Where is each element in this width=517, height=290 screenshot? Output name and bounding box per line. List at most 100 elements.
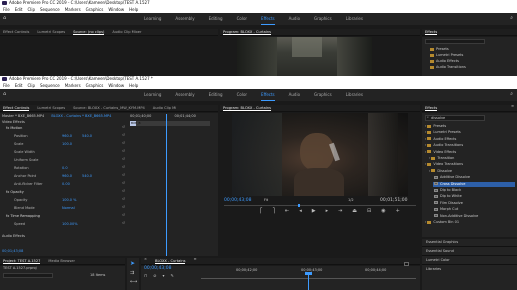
reset-icon[interactable]: ↺: [122, 205, 125, 210]
effect-item[interactable]: › Custom Bin 01: [425, 220, 515, 225]
tab-media-browser[interactable]: Media Browser: [48, 258, 75, 264]
effect-item[interactable]: Presets: [430, 47, 449, 52]
audio-meter-solo[interactable]: [404, 262, 409, 266]
reset-icon[interactable]: ↺: [122, 173, 125, 178]
disclosure-triangle-icon[interactable]: ›: [425, 150, 426, 155]
step-forward-icon[interactable]: ▸: [326, 209, 329, 214]
tab-lumetri-scopes[interactable]: Lumetri Scopes: [37, 105, 65, 111]
reset-icon[interactable]: ↺: [122, 181, 125, 186]
panel-lumetri-color[interactable]: Lumetri Color: [426, 258, 450, 263]
tab-audio-clip-mixer[interactable]: Audio Clip Mixer: [112, 29, 141, 35]
tab-source[interactable]: Source: BLOXX - Curtains_MW_KYM.MP4: [73, 105, 145, 111]
ec-property-value[interactable]: 100.0: [62, 142, 72, 147]
add-button-icon[interactable]: +: [396, 209, 400, 214]
panel-menu-icon[interactable]: ≡: [511, 104, 514, 111]
effect-item[interactable]: › Presets: [425, 124, 515, 129]
ws-libraries[interactable]: Libraries: [346, 13, 363, 25]
play-icon[interactable]: ▶: [312, 209, 316, 214]
tab-audio-clip-mixer[interactable]: Audio Clip Mi: [153, 105, 176, 111]
ec-property-value-2[interactable]: 540.0: [82, 134, 92, 139]
reset-icon[interactable]: ↺: [122, 197, 125, 202]
snap-icon[interactable]: ⊓: [144, 274, 147, 278]
home-icon[interactable]: ⌂: [3, 16, 6, 21]
selection-tool-icon[interactable]: ➤: [130, 261, 135, 267]
ec-timecode[interactable]: 00;01;43;08: [2, 249, 23, 254]
ec-property-value-2[interactable]: 540.0: [82, 174, 92, 179]
disclosure-triangle-icon[interactable]: ›: [429, 169, 430, 174]
reset-icon[interactable]: ↺: [122, 165, 125, 170]
timeline-playhead[interactable]: [308, 273, 309, 290]
effects-search-field[interactable]: ⌕ dissolve: [425, 115, 485, 121]
effect-item[interactable]: Dip to White: [433, 194, 515, 199]
step-back-icon[interactable]: ◂: [299, 209, 302, 214]
disclosure-triangle-icon[interactable]: ›: [429, 156, 430, 161]
program-scrub-head[interactable]: [298, 204, 300, 207]
effect-item[interactable]: Dip to Black: [433, 188, 515, 193]
search-icon[interactable]: ⌕: [510, 92, 513, 97]
extract-icon[interactable]: ⊟: [367, 209, 371, 214]
go-to-out-icon[interactable]: ⇥: [338, 209, 342, 214]
ec-master[interactable]: Master * BXE_B665.MP4: [2, 114, 44, 118]
linked-selection-icon[interactable]: ⊘: [153, 274, 156, 278]
menu-graphics[interactable]: Graphics: [86, 82, 104, 89]
menu-window[interactable]: Window: [108, 82, 124, 89]
disclosure-triangle-icon[interactable]: ›: [425, 144, 426, 148]
ws-effects[interactable]: Effects: [261, 13, 275, 25]
program-fit-select[interactable]: Fit: [264, 198, 268, 203]
effect-item[interactable]: › Video Transitions: [425, 162, 515, 167]
reset-icon[interactable]: ↺: [122, 189, 125, 194]
ws-assembly[interactable]: Assembly: [175, 89, 194, 101]
export-frame-icon[interactable]: ◉: [381, 209, 385, 214]
ws-audio[interactable]: Audio: [289, 13, 300, 25]
effect-item[interactable]: Cross Dissolve: [433, 181, 515, 187]
ec-playhead[interactable]: [166, 114, 167, 256]
wrench-icon[interactable]: ✎: [171, 274, 174, 278]
panel-menu-icon[interactable]: ≡: [193, 257, 196, 264]
effect-item[interactable]: Lumetri Presets: [430, 53, 463, 58]
tab-program[interactable]: Program: BLOXX - Curtains: [223, 29, 271, 35]
effect-item[interactable]: › Audio Effects: [425, 137, 515, 142]
reset-icon[interactable]: ↺: [122, 221, 125, 226]
reset-icon[interactable]: ↺: [122, 213, 125, 218]
ec-property-value[interactable]: 960.0: [62, 134, 72, 139]
disclosure-triangle-icon[interactable]: ›: [425, 131, 426, 135]
effect-item[interactable]: Morph Cut: [433, 207, 515, 212]
ws-graphics[interactable]: Graphics: [314, 89, 332, 101]
panel-essential-sound[interactable]: Essential Sound: [426, 249, 454, 254]
tab-project[interactable]: Project: TEST A.1527: [3, 258, 41, 264]
ec-property-value[interactable]: 0.0: [62, 166, 68, 171]
ws-libraries[interactable]: Libraries: [346, 89, 363, 101]
ws-assembly[interactable]: Assembly: [175, 13, 194, 25]
menu-markers[interactable]: Markers: [65, 82, 81, 89]
effect-item[interactable]: Film Dissolve: [433, 201, 515, 206]
go-to-in-icon[interactable]: ⇤: [285, 209, 289, 214]
menu-clip[interactable]: Clip: [27, 6, 35, 13]
effect-item[interactable]: › Dissolve: [429, 169, 515, 174]
program-resolution-select[interactable]: 1/2: [348, 198, 354, 203]
program-scrub-bar[interactable]: [224, 204, 416, 207]
reset-icon[interactable]: ↺: [122, 157, 125, 162]
menu-window[interactable]: Window: [108, 6, 124, 13]
disclosure-triangle-icon[interactable]: ›: [425, 137, 426, 142]
reset-icon[interactable]: ↺: [122, 141, 125, 146]
ws-audio[interactable]: Audio: [289, 89, 300, 101]
effect-item[interactable]: › Transition: [429, 156, 515, 161]
mark-in-icon[interactable]: ⎡: [260, 209, 263, 214]
panel-essential-graphics[interactable]: Essential Graphics: [426, 240, 458, 245]
tab-effects-back[interactable]: Effects: [425, 29, 438, 35]
ws-graphics[interactable]: Graphics: [314, 13, 332, 25]
ec-property-value[interactable]: 0.00: [62, 182, 70, 187]
reset-icon[interactable]: ↺: [122, 149, 125, 154]
effect-item[interactable]: › Lumetri Presets: [425, 130, 515, 135]
ws-color[interactable]: Color: [237, 13, 247, 25]
ws-learning[interactable]: Learning: [144, 13, 161, 25]
effect-item[interactable]: Non-Additive Dissolve: [433, 214, 515, 219]
menu-help[interactable]: Help: [129, 6, 138, 13]
menu-graphics[interactable]: Graphics: [86, 6, 104, 13]
reset-icon[interactable]: ↺: [122, 133, 125, 138]
ripple-edit-tool-icon[interactable]: ⟷: [130, 280, 137, 285]
menu-clip[interactable]: Clip: [27, 82, 35, 89]
ws-color[interactable]: Color: [237, 89, 247, 101]
menu-file[interactable]: File: [3, 82, 10, 89]
tab-program[interactable]: Program: BLOXX - Curtains: [223, 105, 271, 111]
